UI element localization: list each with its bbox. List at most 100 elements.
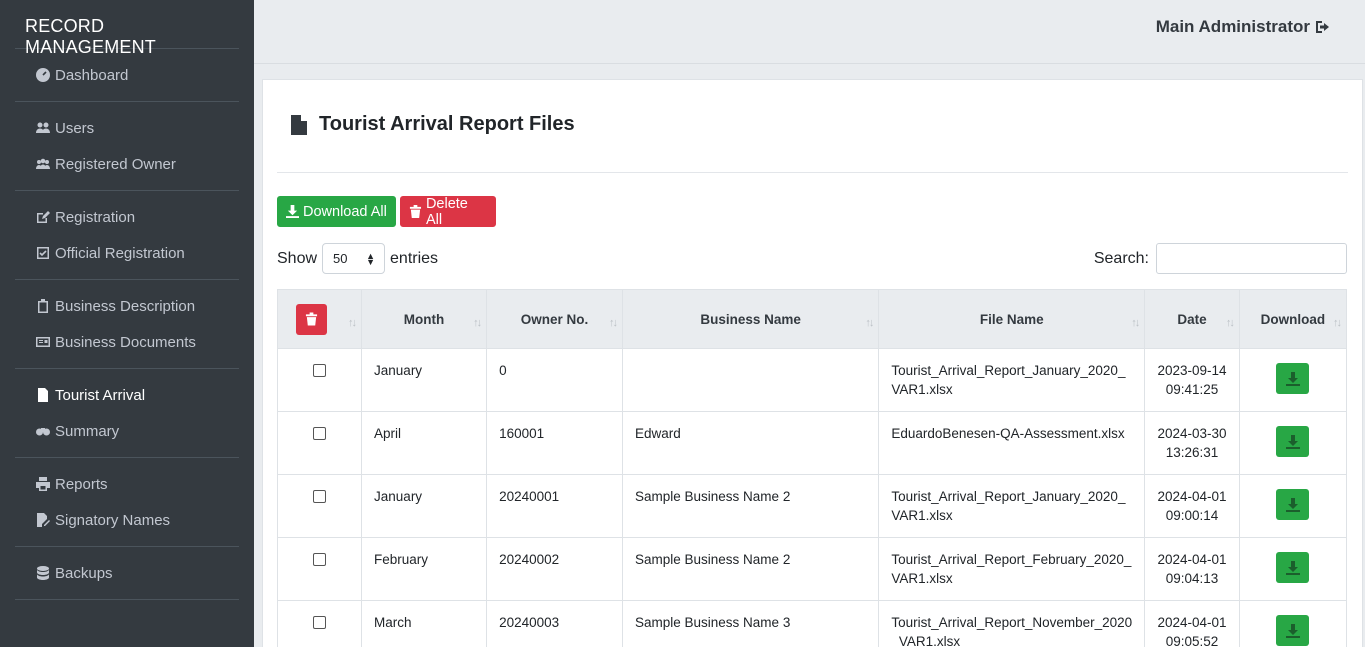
date-value: 2024-04-01 xyxy=(1157,552,1227,567)
business-name-cell xyxy=(621,348,880,412)
column-header-label: Owner No. xyxy=(520,311,589,327)
download-icon xyxy=(1285,371,1300,386)
month-value: January xyxy=(374,363,423,378)
row-download-button[interactable] xyxy=(1276,552,1310,583)
sidebar-item-business-documents[interactable]: Business Documents xyxy=(15,324,239,360)
table-header-row: ↑↓ Month ↑↓ Owner No. ↑↓ Business Name ↑↓ F… xyxy=(276,289,1348,349)
business-name-value: Sample Business Name 2 xyxy=(635,489,791,504)
sidebar-item-label: Official Registration xyxy=(55,244,185,262)
search-control: Search: xyxy=(1094,243,1347,274)
file-name-line1: EduardoBenesen-QA-Assessment.xlsx xyxy=(891,426,1125,441)
file-icon xyxy=(35,387,51,403)
delete-all-button[interactable]: Delete All xyxy=(400,196,496,228)
download-icon xyxy=(1285,497,1300,512)
sidebar-item-label: Registered Owner xyxy=(55,155,176,173)
date-value: 2023-09-14 xyxy=(1157,363,1227,378)
trash-icon xyxy=(305,312,318,326)
delete-selected-button[interactable] xyxy=(296,303,328,335)
column-header-owner-no[interactable]: Owner No. ↑↓ xyxy=(486,289,623,349)
row-download-button[interactable] xyxy=(1276,489,1310,520)
file-icon xyxy=(291,114,307,135)
sidebar-item-registered-owner[interactable]: Registered Owner xyxy=(15,146,239,182)
column-header-label: Date xyxy=(1177,311,1207,327)
row-select-cell xyxy=(276,600,363,647)
entries-value: 50 xyxy=(333,251,348,266)
month-value: February xyxy=(374,552,429,567)
user-menu[interactable]: Main Administrator xyxy=(1156,17,1331,37)
sort-icon: ↑↓ xyxy=(473,317,482,329)
sidebar-item-label: Reports xyxy=(55,475,108,493)
binoculars-icon xyxy=(35,423,51,439)
row-checkbox[interactable] xyxy=(313,427,327,440)
month-cell: January xyxy=(361,348,488,412)
entries-select[interactable]: 50 ▲ ▼ xyxy=(322,243,386,274)
row-select-cell xyxy=(276,474,363,538)
sidebar-item-business-description[interactable]: Business Description xyxy=(15,288,239,324)
file-name-line1: Tourist_Arrival_Report_November_2020 xyxy=(891,615,1133,630)
date-cell: 2024-04-01 09:00:14 xyxy=(1144,474,1240,538)
file-name-cell: Tourist_Arrival_Report_January_2020_ VAR1… xyxy=(878,474,1146,538)
sidebar-item-users[interactable]: Users xyxy=(15,110,239,146)
sidebar-group: Registration Official Registration xyxy=(15,191,239,280)
column-header-download[interactable]: Download ↑↓ xyxy=(1238,289,1348,349)
sidebar-item-reports[interactable]: Reports xyxy=(15,466,239,502)
sidebar-item-summary[interactable]: Summary xyxy=(15,413,239,449)
file-name-line2: VAR1.xlsx xyxy=(891,571,953,586)
row-select-cell xyxy=(276,411,363,475)
trash-icon xyxy=(409,205,422,218)
row-checkbox[interactable] xyxy=(313,364,327,377)
download-cell xyxy=(1238,348,1348,412)
sidebar-item-official-registration[interactable]: Official Registration xyxy=(15,235,239,271)
row-select-cell xyxy=(276,537,363,601)
owner-no-value: 0 xyxy=(499,363,507,378)
sidebar-item-backups[interactable]: Backups xyxy=(15,555,239,591)
select-column-header[interactable]: ↑↓ xyxy=(276,289,363,349)
sidebar-item-tourist-arrival[interactable]: Tourist Arrival xyxy=(15,377,239,413)
sidebar-item-label: Backups xyxy=(55,564,113,582)
owner-no-cell: 160001 xyxy=(486,411,623,475)
show-label: Show xyxy=(277,249,318,267)
sidebar-group: Tourist Arrival Summary xyxy=(15,369,239,458)
file-name-cell: Tourist_Arrival_Report_February_2020_ VAR… xyxy=(878,537,1146,601)
owner-no-value: 160001 xyxy=(499,426,545,441)
download-icon xyxy=(1285,623,1300,638)
row-download-button[interactable] xyxy=(1276,615,1310,646)
business-name-cell: Sample Business Name 3 xyxy=(621,600,880,647)
file-name-cell: Tourist_Arrival_Report_January_2020_ VAR1… xyxy=(878,348,1146,412)
entries-control: Show 50 ▲ ▼ entries xyxy=(277,243,438,274)
sidebar-item-dashboard[interactable]: Dashboard xyxy=(15,57,239,93)
sidebar-item-signatory-names[interactable]: Signatory Names xyxy=(15,502,239,538)
date-value: 2024-03-30 xyxy=(1157,426,1227,441)
users-icon xyxy=(35,120,51,136)
database-icon xyxy=(35,565,51,581)
sidebar-group: Reports Signatory Names xyxy=(15,458,239,547)
row-checkbox[interactable] xyxy=(313,616,327,629)
brand-title[interactable]: RECORD MANAGEMENT xyxy=(15,0,239,57)
sidebar-item-registration[interactable]: Registration xyxy=(15,199,239,235)
date-cell: 2023-09-14 09:41:25 xyxy=(1144,348,1240,412)
row-download-button[interactable] xyxy=(1276,426,1310,457)
owner-no-cell: 20240001 xyxy=(486,474,623,538)
file-name-line1: Tourist_Arrival_Report_January_2020_ xyxy=(891,363,1126,378)
page-title: Tourist Arrival Report Files xyxy=(291,113,575,136)
column-header-month[interactable]: Month ↑↓ xyxy=(361,289,488,349)
sidebar-item-label: Signatory Names xyxy=(55,511,171,529)
column-header-label: Business Name xyxy=(700,311,801,327)
row-download-button[interactable] xyxy=(1276,363,1310,394)
download-all-button[interactable]: Download All xyxy=(277,196,396,227)
download-icon xyxy=(286,205,299,218)
search-input[interactable] xyxy=(1156,243,1347,274)
month-value: January xyxy=(374,489,423,504)
date-value: 2024-04-01 xyxy=(1157,489,1227,504)
print-icon xyxy=(35,476,51,492)
sort-icon: ↑↓ xyxy=(865,317,874,329)
column-header-business-name[interactable]: Business Name ↑↓ xyxy=(621,289,880,349)
date-cell: 2024-04-01 09:04:13 xyxy=(1144,537,1240,601)
row-checkbox[interactable] xyxy=(313,553,327,566)
sort-icon: ↑↓ xyxy=(348,317,357,329)
date-cell: 2024-03-30 13:26:31 xyxy=(1144,411,1240,475)
row-checkbox[interactable] xyxy=(313,490,327,503)
files-table: ↑↓ Month ↑↓ Owner No. ↑↓ Business Name ↑↓ F… xyxy=(276,289,1348,647)
column-header-file-name[interactable]: File Name ↑↓ xyxy=(878,289,1146,349)
column-header-date[interactable]: Date ↑↓ xyxy=(1144,289,1240,349)
